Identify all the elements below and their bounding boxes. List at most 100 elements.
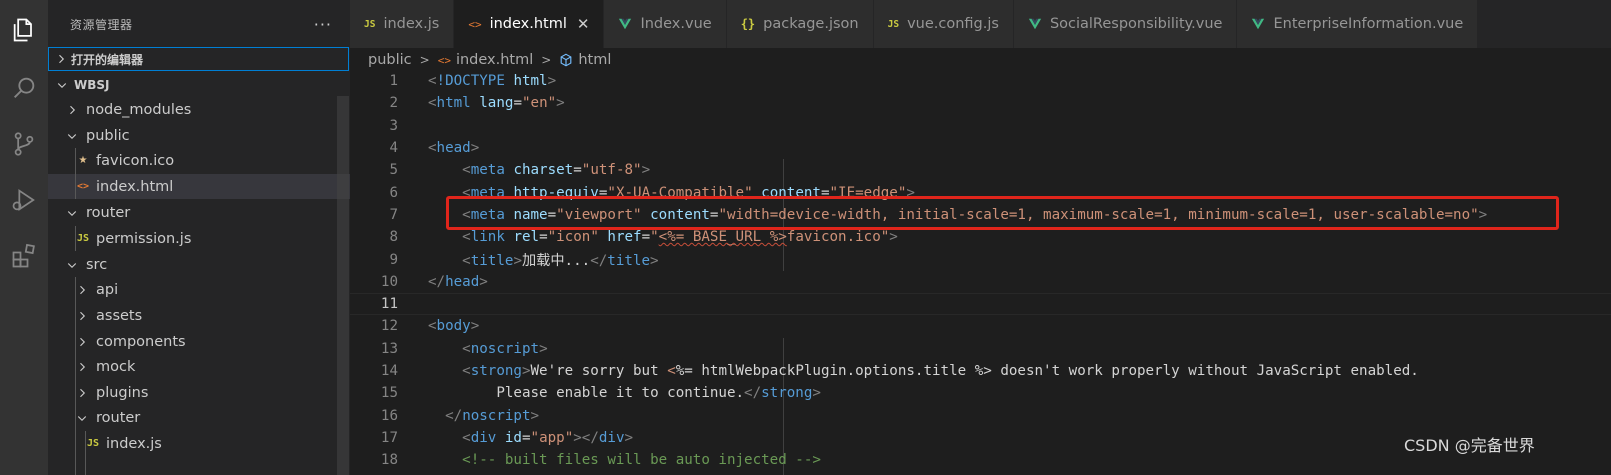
line-number: 17 [380, 429, 398, 446]
code-line[interactable]: 11 [350, 293, 1611, 316]
line-number: 18 [380, 452, 398, 469]
tree-folder[interactable]: router [48, 200, 350, 225]
chevron-down-icon [64, 257, 80, 273]
line-number: 4 [389, 140, 398, 157]
code-line[interactable]: 9 <title>加载中...</title> [350, 248, 1611, 270]
breadcrumb-file[interactable]: index.html [456, 52, 533, 68]
line-number: 9 [389, 251, 398, 268]
tree-folder[interactable]: assets [48, 303, 350, 328]
tree-item-label: index.js [106, 435, 162, 452]
editor-tab[interactable]: EnterpriseInformation.vue [1237, 0, 1479, 48]
editor-tab[interactable]: JS index.js [350, 0, 455, 48]
tree-folder[interactable]: router [48, 405, 350, 430]
code-text: <strong>We're sorry but <%= htmlWebpackP… [462, 363, 1419, 380]
code-line[interactable]: 2 <html lang="en"> [350, 92, 1611, 114]
json-icon: {} [740, 17, 756, 31]
activity-bar [0, 0, 48, 475]
chevron-down-icon [64, 128, 80, 144]
editor-tabs: JS index.js <> index.html ✕ Index.vue {} packag… [350, 0, 1611, 48]
line-number: 1 [389, 73, 398, 90]
code-line[interactable]: 16 </noscript> [350, 405, 1611, 427]
tab-label: SocialResponsibility.vue [1049, 16, 1223, 32]
code-text: </head> [428, 273, 488, 290]
line-number: 6 [389, 184, 398, 201]
chevron-right-icon [74, 359, 90, 375]
source-control-icon[interactable] [6, 126, 42, 162]
code-text: <title>加载中...</title> [462, 252, 659, 269]
code-text: <link rel="icon" href="<%= BASE_URL %>fa… [462, 229, 898, 246]
close-icon[interactable]: ✕ [577, 15, 590, 33]
chevron-right-icon: > [541, 53, 552, 67]
tree-folder[interactable]: api [48, 277, 350, 302]
code-line[interactable]: 10 </head> [350, 271, 1611, 293]
html-file-icon: <> [437, 53, 451, 67]
js-icon: JS [887, 18, 900, 30]
breadcrumb-symbol[interactable]: html [578, 52, 611, 68]
vue-icon [618, 17, 632, 31]
extensions-icon[interactable] [6, 238, 42, 274]
open-editors-label: 打开的编辑器 [71, 52, 144, 67]
line-number: 5 [389, 162, 398, 179]
chevron-right-icon [74, 385, 90, 401]
code-text: <html lang="en"> [428, 95, 565, 112]
code-text: Please enable it to continue.</strong> [428, 385, 821, 402]
open-editors-section[interactable]: 打开的编辑器 [48, 47, 349, 71]
tab-label: index.html [489, 16, 567, 32]
tab-label: EnterpriseInformation.vue [1273, 16, 1464, 32]
js-file-icon: JS [76, 233, 90, 244]
tree-file[interactable]: JS permission.js [48, 226, 350, 251]
js-icon: JS [364, 18, 376, 30]
search-icon[interactable] [6, 70, 42, 106]
breadcrumb-folder[interactable]: public [368, 52, 412, 68]
editor-tab[interactable]: <> index.html ✕ [454, 0, 605, 48]
code-text: <!DOCTYPE html> [428, 73, 557, 90]
line-number: 14 [380, 363, 398, 380]
chevron-right-icon: > [419, 53, 430, 67]
run-debug-icon[interactable] [6, 182, 42, 218]
breadcrumb: public > <> index.html > html [368, 49, 611, 71]
tree-folder[interactable]: node_modules [48, 97, 350, 122]
code-text: <body> [428, 318, 480, 335]
project-root[interactable]: WBSJ [48, 72, 350, 97]
favicon-star-icon: ★ [78, 155, 88, 166]
code-line[interactable]: 12 <body> [350, 315, 1611, 337]
explorer-icon[interactable] [6, 12, 42, 48]
editor-tab[interactable]: SocialResponsibility.vue [1013, 0, 1238, 48]
code-line[interactable]: 1 <!DOCTYPE html> [350, 70, 1611, 92]
tree-folder[interactable]: plugins [48, 380, 350, 405]
tree-item-label: index.html [96, 178, 174, 195]
tree-item-label: plugins [96, 384, 149, 401]
chevron-right-icon [59, 54, 65, 64]
tree-item-label: public [86, 127, 130, 144]
tree-item-label: mock [96, 358, 136, 375]
chevron-right-icon [74, 282, 90, 298]
code-line[interactable]: 14 <strong>We're sorry but <%= htmlWebpa… [350, 360, 1611, 382]
sidebar-scrollbar[interactable] [337, 96, 349, 475]
tree-folder[interactable]: public [48, 123, 350, 148]
tree-folder[interactable]: components [48, 329, 350, 354]
tree-item-label: permission.js [96, 230, 192, 247]
code-line[interactable]: 4 <head> [350, 137, 1611, 159]
highlight-box [446, 196, 1559, 230]
tree-folder[interactable]: mock [48, 354, 350, 379]
code-line[interactable]: 5 <meta charset="utf-8"> [350, 159, 1611, 181]
editor-tab[interactable]: JS vue.config.js [873, 0, 1014, 48]
tree-file[interactable]: JS index.js [48, 431, 350, 456]
code-text: </noscript> [445, 407, 540, 424]
vue-icon [1028, 17, 1042, 31]
editor-tab[interactable]: Index.vue [604, 0, 727, 48]
tree-item-label: node_modules [86, 101, 192, 118]
tree-file[interactable]: ★ favicon.ico [48, 148, 350, 173]
code-line[interactable]: 3 [350, 115, 1611, 137]
editor-tab[interactable]: {} package.json [726, 0, 874, 48]
project-name: WBSJ [74, 77, 110, 92]
code-text: <head> [428, 140, 480, 157]
line-number: 15 [380, 385, 398, 402]
line-number: 16 [380, 407, 398, 424]
code-editor[interactable]: 1 <!DOCTYPE html> 2 <html lang="en"> 3 4 <head… [350, 70, 1611, 475]
tree-folder[interactable]: src [48, 252, 350, 277]
more-actions-button[interactable]: ··· [314, 15, 332, 34]
tree-file[interactable]: <> index.html [48, 174, 350, 199]
code-line[interactable]: 13 <noscript> [350, 338, 1611, 360]
code-line[interactable]: 15 Please enable it to continue.</strong… [350, 382, 1611, 404]
